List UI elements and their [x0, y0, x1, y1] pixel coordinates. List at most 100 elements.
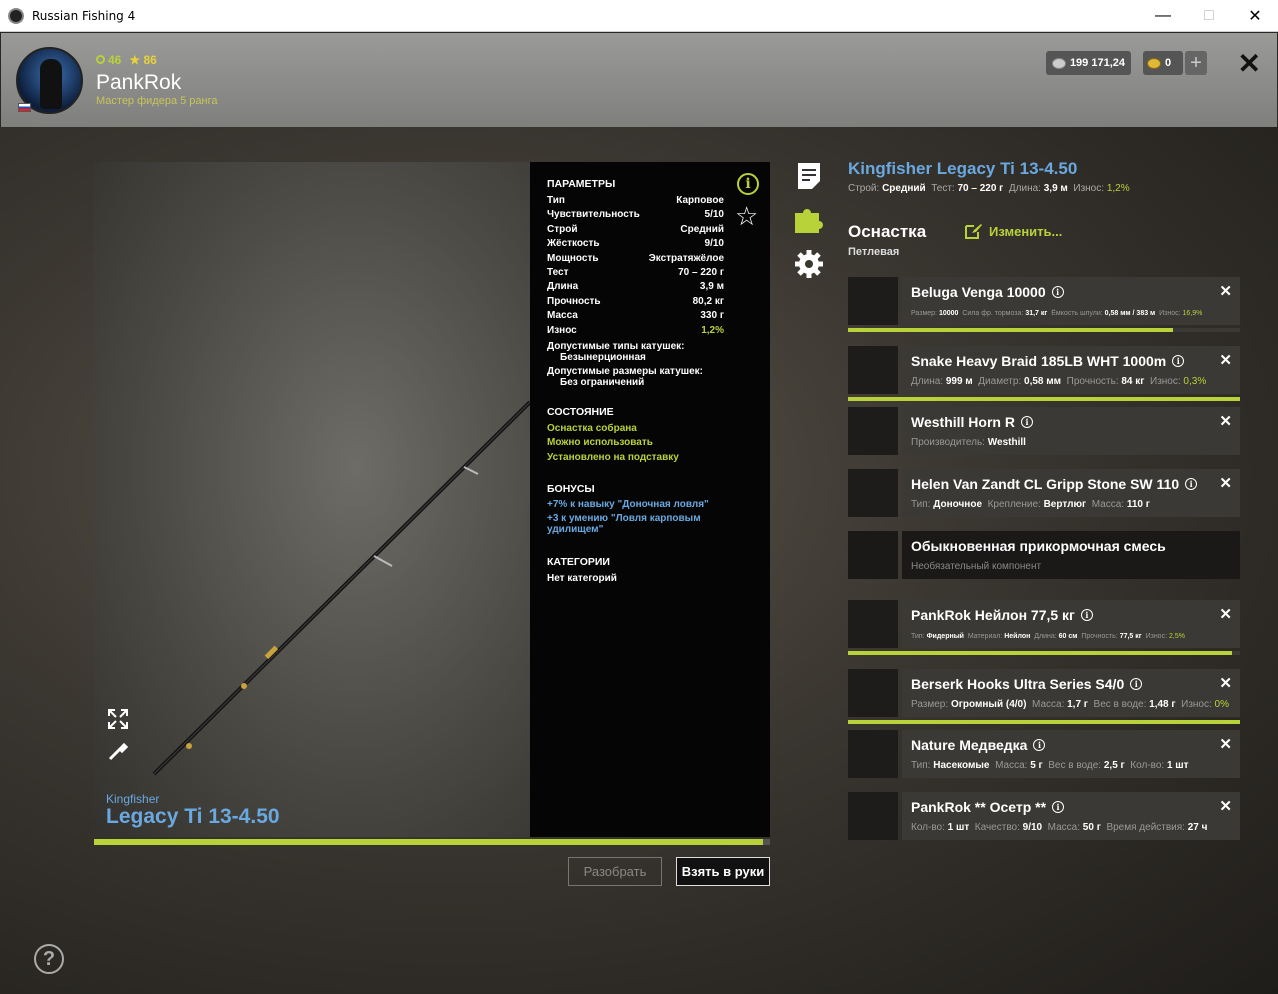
paint-brush-icon[interactable]	[106, 739, 130, 763]
slot-durability-fill	[848, 328, 1174, 332]
slot-name: Beluga Venga 10000 i	[911, 284, 1064, 300]
window-close-button[interactable]: ✕	[1232, 0, 1278, 32]
app-icon	[8, 7, 24, 24]
leader-icon	[848, 600, 898, 648]
slot-meta: Производитель: Westhill	[911, 437, 1026, 448]
edit-rig-button[interactable]: Изменить...	[965, 223, 1062, 239]
favorite-star-icon[interactable]: ☆	[735, 203, 758, 229]
bonus-item: +3 к умению "Ловля карповым удилищем"	[547, 513, 724, 535]
rig-slot[interactable]: Berserk Hooks Ultra Series S4/0 i Размер: …	[848, 669, 1240, 717]
param-row: Мощность Экстратяжёлое	[547, 252, 724, 266]
remove-item-button[interactable]: ✕	[1219, 674, 1232, 692]
state-item-on-stand: Установлено на подставку	[547, 451, 679, 463]
remove-item-button[interactable]: ✕	[1219, 412, 1232, 430]
side-tabs	[793, 160, 825, 292]
bite-alarm-icon	[848, 407, 898, 455]
slot-meta: Длина: 999 м Диаметр: 0,58 мм Прочность:…	[911, 376, 1207, 387]
param-value: Средний	[680, 223, 724, 235]
param-label: Прочность	[547, 295, 601, 307]
expand-icon[interactable]	[106, 707, 130, 731]
param-label: Износ	[547, 324, 577, 336]
param-label: Чувствительность	[547, 209, 640, 221]
param-value: Экстратяжёлое	[648, 252, 724, 264]
gold-value: 0	[1165, 57, 1172, 69]
add-gold-button[interactable]: +	[1185, 51, 1207, 75]
rig-slot[interactable]: Beluga Venga 10000 i Размер: 10000 Сила фр…	[848, 277, 1240, 325]
info-icon[interactable]: i	[737, 173, 759, 195]
rig-slot[interactable]: Обыкновенная прикормочная смесь Необязате…	[848, 531, 1240, 579]
state-item-assembled: Оснастка собрана	[547, 423, 637, 435]
slot-durability-bar	[848, 720, 1240, 724]
russia-flag-icon	[18, 103, 31, 112]
param-row: Прочность 80,2 кг	[547, 295, 724, 309]
rig-slot[interactable]: Helen Van Zandt CL Gripp Stone SW 110 i Ти…	[848, 469, 1240, 517]
reel-types: Допустимые типы катушек: Безынерционная	[547, 341, 724, 363]
gear-icon[interactable]	[793, 248, 825, 280]
remove-item-button[interactable]: ✕	[1219, 797, 1232, 815]
silver-value: 199 171,24	[1069, 57, 1125, 69]
minimize-button[interactable]: —	[1140, 0, 1186, 32]
reel-types-label: Допустимые типы катушек:	[547, 341, 685, 353]
remove-item-button[interactable]: ✕	[1219, 474, 1232, 492]
window-title: Russian Fishing 4	[32, 8, 136, 23]
remove-item-button[interactable]: ✕	[1219, 351, 1232, 369]
param-label: Тип	[547, 195, 565, 206]
info-icon[interactable]: i	[1051, 286, 1064, 298]
player-rank: Мастер фидера 5 ранга	[96, 95, 218, 107]
star-small-icon: ★	[129, 53, 141, 67]
item-title: Kingfisher Legacy Ti 13-4.50	[848, 159, 1078, 178]
main-area: Kingfisher Legacy Ti 13-4.50 ПАРАМЕТРЫ Т…	[0, 127, 1278, 994]
silver-balance[interactable]: 199 171,24	[1045, 51, 1131, 75]
slot-meta: Кол-во: 1 шт Качество: 9/10 Масса: 50 г …	[911, 822, 1208, 833]
info-icon[interactable]: i	[1080, 609, 1093, 621]
param-row: Износ 1,2%	[547, 324, 724, 338]
param-value: 80,2 кг	[692, 295, 724, 307]
info-icon[interactable]: i	[1172, 355, 1185, 367]
remove-item-button[interactable]: ✕	[1219, 605, 1232, 623]
remove-item-button[interactable]: ✕	[1219, 282, 1232, 300]
rig-slot[interactable]: PankRok ** Осетр ** i Кол-во: 1 шт Качеств…	[848, 792, 1240, 840]
reel-sizes: Допустимые размеры катушек: Без ограниче…	[547, 366, 724, 388]
reel-sizes-label: Допустимые размеры катушек:	[547, 366, 703, 378]
groundbait-icon	[848, 531, 898, 579]
info-icon[interactable]: i	[1033, 739, 1046, 751]
reel-icon	[848, 277, 898, 325]
rig-slot[interactable]: PankRok Нейлон 77,5 кг i Тип: Фидерный Мат…	[848, 600, 1240, 648]
remove-item-button[interactable]: ✕	[1219, 735, 1232, 753]
close-icon[interactable]: ✕	[1238, 47, 1261, 80]
rig-type: Петлевая	[848, 246, 900, 258]
disassemble-button[interactable]: Разобрать	[568, 857, 662, 886]
puzzle-icon[interactable]	[793, 204, 825, 236]
maximize-button[interactable]: □	[1186, 0, 1232, 32]
player-stats: 46 ★ 86	[96, 53, 157, 67]
level-icon	[96, 55, 105, 64]
info-icon[interactable]: i	[1130, 678, 1143, 690]
param-row: Жёсткость 9/10	[547, 237, 724, 251]
help-icon[interactable]: ?	[34, 944, 64, 974]
param-row: Чувствительность 5/10	[547, 208, 724, 222]
rod-image	[152, 400, 530, 776]
slot-name: Обыкновенная прикормочная смесь	[911, 538, 1166, 554]
info-icon[interactable]: i	[1020, 416, 1033, 428]
bait-icon	[848, 730, 898, 778]
document-icon[interactable]	[793, 160, 825, 192]
param-value: 70 – 220 г	[678, 267, 724, 279]
slot-meta: Тип: Насекомые Масса: 5 г Вес в воде: 2,…	[911, 760, 1189, 771]
rig-slot[interactable]: Westhill Horn Ri Производитель: Westhill …	[848, 407, 1240, 455]
sinker-icon	[848, 469, 898, 517]
rod-preview[interactable]: Kingfisher Legacy Ti 13-4.50	[94, 162, 530, 837]
info-icon[interactable]: i	[1185, 478, 1198, 490]
rig-slot[interactable]: Nature Медведка i Тип: Насекомые Масса: 5 …	[848, 730, 1240, 778]
info-icon[interactable]: i	[1052, 801, 1065, 813]
slot-body: PankRok ** Осетр ** i Кол-во: 1 шт Качеств…	[902, 792, 1240, 840]
slot-name: PankRok ** Осетр ** i	[911, 799, 1065, 815]
rig-slot[interactable]: Snake Heavy Braid 185LB WHT 1000m i Длина:…	[848, 346, 1240, 394]
stars-indicator: ★ 86	[129, 53, 156, 67]
slot-meta: Тип: Фидерный Материал: Нейлон Длина: 60…	[911, 633, 1185, 640]
take-in-hands-button[interactable]: Взять в руки	[676, 857, 770, 886]
state-title: СОСТОЯНИЕ	[547, 406, 614, 419]
bonus-title: БОНУСЫ	[547, 483, 595, 496]
slot-name: Snake Heavy Braid 185LB WHT 1000m i	[911, 353, 1185, 369]
gold-balance[interactable]: 0	[1143, 51, 1183, 75]
bonus-item-line: удилищем"	[547, 524, 604, 536]
